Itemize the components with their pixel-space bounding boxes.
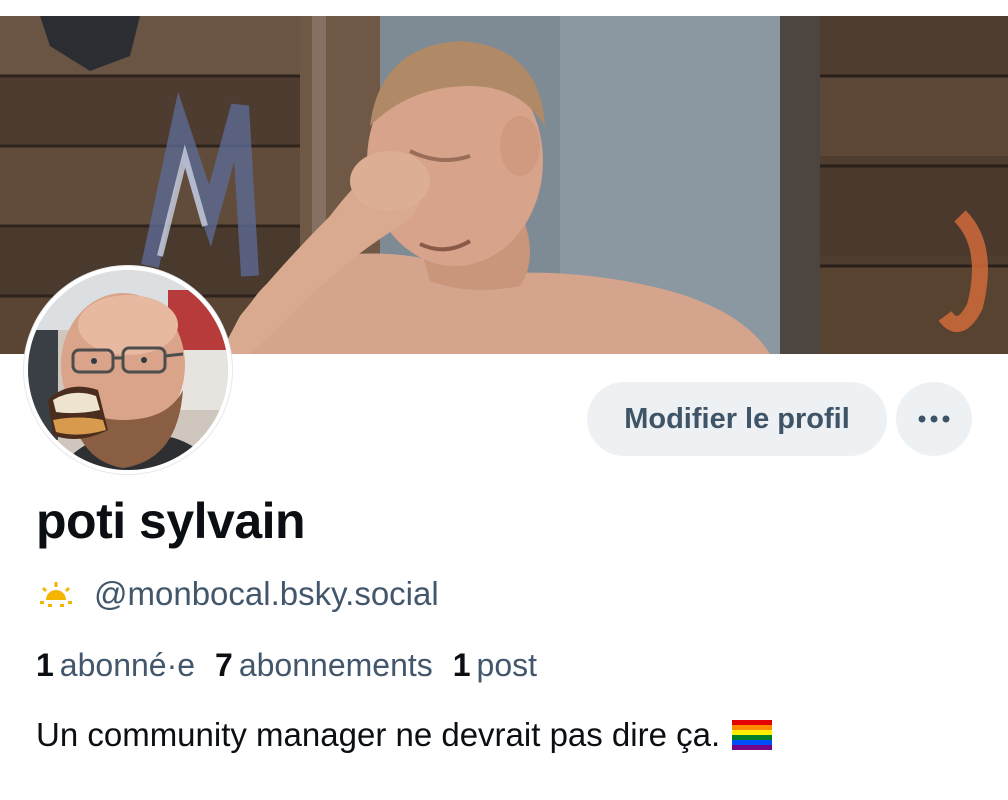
display-name: poti sylvain <box>36 493 306 549</box>
avatar[interactable] <box>24 266 232 474</box>
sunrise-icon <box>40 582 72 607</box>
followers-label: abonné·e <box>59 646 196 683</box>
top-strip <box>0 0 1008 16</box>
posts-count: 1 <box>452 646 471 683</box>
ellipsis-icon <box>918 415 950 423</box>
profile-page: Modifier le profil poti sylvain @monboca… <box>0 0 1008 800</box>
edit-profile-button[interactable]: Modifier le profil <box>587 382 887 456</box>
following-label: abonnements <box>238 646 433 683</box>
profile-stats: 1 abonné·e 7 abonnements 1 post <box>36 644 557 686</box>
more-options-button[interactable] <box>896 382 972 456</box>
bio: Un community manager ne devrait pas dire… <box>36 716 773 754</box>
rainbow-flag-icon <box>732 720 773 750</box>
bio-text: Un community manager ne devrait pas dire… <box>36 716 721 753</box>
following-count: 7 <box>215 646 233 683</box>
handle-row: @monbocal.bsky.social <box>36 574 439 614</box>
handle[interactable]: @monbocal.bsky.social <box>94 575 439 613</box>
following-stat[interactable]: 7 abonnements <box>215 647 433 684</box>
posts-stat: 1 post <box>453 647 537 684</box>
posts-label: post <box>476 646 538 683</box>
followers-count: 1 <box>36 646 54 683</box>
followers-stat[interactable]: 1 abonné·e <box>36 647 195 684</box>
